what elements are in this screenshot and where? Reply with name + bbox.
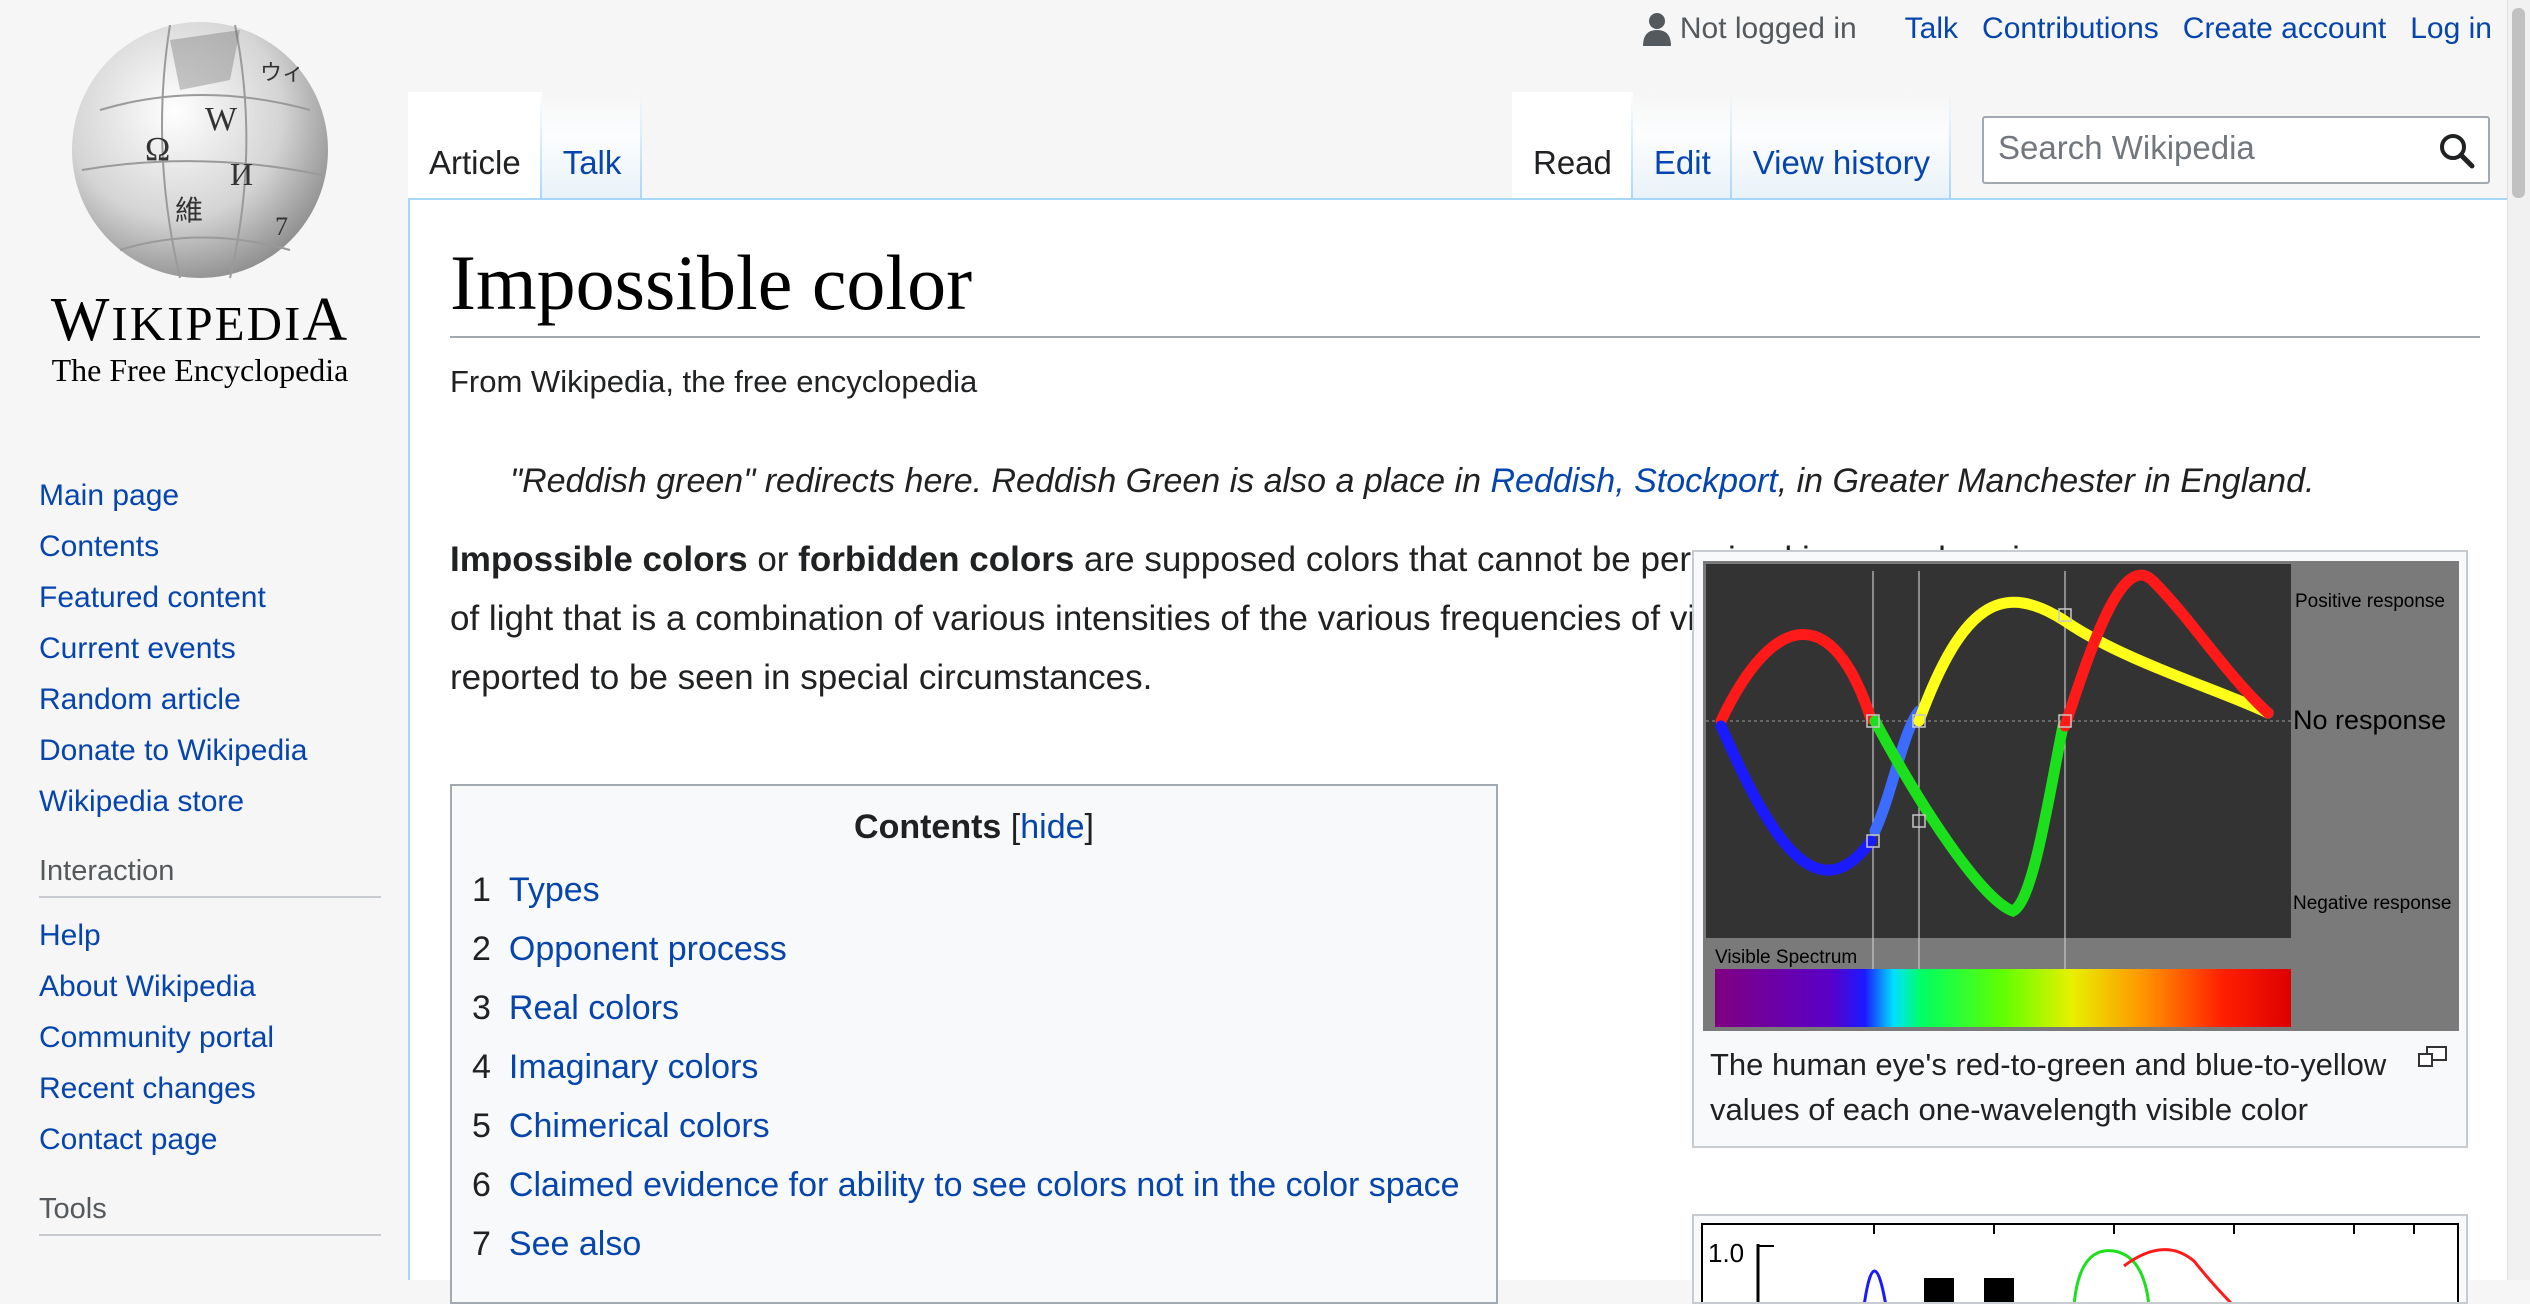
sidebar-item-about[interactable]: About Wikipedia: [39, 961, 400, 1012]
sidebar-item-featured-content[interactable]: Featured content: [39, 572, 400, 623]
lead-connector: or: [747, 540, 799, 579]
namespace-tabs: Article Talk: [408, 92, 642, 200]
toc-link-imaginary-colors[interactable]: Imaginary colors: [509, 1048, 758, 1086]
toc-item[interactable]: 3 Real colors: [472, 979, 1496, 1038]
sidebar-item-current-events[interactable]: Current events: [39, 623, 400, 674]
svg-text:ウィ: ウィ: [260, 60, 304, 85]
toc-heading: Contents: [854, 808, 1002, 846]
toc-link-claimed-evidence[interactable]: Claimed evidence for ability to see colo…: [509, 1166, 1460, 1204]
lead-bold-term-2: forbidden colors: [798, 540, 1075, 579]
figure-cone-response: 1.0: [1692, 1214, 2468, 1304]
positive-response-label: Positive response: [2295, 591, 2445, 612]
view-tabs: Read Edit View history: [1512, 92, 1951, 200]
svg-text:W: W: [205, 101, 238, 138]
visible-spectrum-label: Visible Spectrum: [1715, 947, 1857, 968]
wordmark: WIKIPEDIA: [50, 286, 350, 354]
svg-text:Ω: Ω: [145, 131, 170, 168]
negative-response-label: Negative response: [2293, 893, 2451, 914]
tab-view-history[interactable]: View history: [1732, 92, 1951, 200]
vertical-scrollbar[interactable]: [2507, 0, 2530, 1280]
toc-link-see-also[interactable]: See also: [509, 1225, 641, 1263]
create-account-link[interactable]: Create account: [2183, 12, 2386, 46]
toc-item[interactable]: 1 Types: [472, 861, 1496, 920]
hatnote-text: "Reddish green" redirects here. Reddish …: [510, 462, 1491, 500]
hatnote: "Reddish green" redirects here. Reddish …: [510, 462, 2314, 501]
sidebar-item-main-page[interactable]: Main page: [39, 470, 400, 521]
toc-item[interactable]: 7 See also: [472, 1215, 1496, 1274]
site-subtitle: From Wikipedia, the free encyclopedia: [450, 364, 978, 399]
toc-link-opponent-process[interactable]: Opponent process: [509, 930, 787, 968]
log-in-link[interactable]: Log in: [2410, 12, 2492, 46]
scrollbar-thumb[interactable]: [2512, 8, 2525, 198]
toc-link-types[interactable]: Types: [509, 871, 600, 909]
toc-item[interactable]: 5 Chimerical colors: [472, 1097, 1496, 1156]
wikipedia-logo[interactable]: W Ω И 維 ウィ 7 WIKIPEDIA The Free Encyclop…: [30, 0, 370, 400]
toc-toggle-wrap: [hide]: [1010, 808, 1094, 846]
reddish-stockport-link[interactable]: Reddish, Stockport: [1490, 462, 1777, 500]
toc-link-real-colors[interactable]: Real colors: [509, 989, 679, 1027]
svg-text:И: И: [230, 156, 253, 192]
toc-item[interactable]: 6 Claimed evidence for ability to see col…: [472, 1156, 1496, 1215]
y-tick-label: 1.0: [1708, 1238, 1744, 1268]
enlarge-icon[interactable]: [2418, 1046, 2448, 1068]
talk-link[interactable]: Talk: [1905, 12, 1958, 46]
sidebar-item-random-article[interactable]: Random article: [39, 674, 400, 725]
hatnote-text-end: , in Greater Manchester in England.: [1777, 462, 2315, 500]
opponent-response-image[interactable]: Positive response No response Negative r…: [1703, 561, 2459, 1031]
svg-text:7: 7: [275, 212, 288, 241]
sidebar: Main page Contents Featured content Curr…: [0, 470, 400, 1248]
sidebar-item-help[interactable]: Help: [39, 910, 400, 961]
lead-bold-term: Impossible colors: [450, 540, 748, 579]
toc-hide-toggle[interactable]: hide: [1020, 808, 1084, 846]
toc-list: 1 Types 2 Opponent process 3 Real colors 4I…: [472, 861, 1496, 1274]
sidebar-item-recent-changes[interactable]: Recent changes: [39, 1063, 400, 1114]
interaction-heading[interactable]: Interaction: [39, 855, 381, 898]
sidebar-item-contents[interactable]: Contents: [39, 521, 400, 572]
figure-opponent-response: Positive response No response Negative r…: [1692, 550, 2468, 1148]
tagline: The Free Encyclopedia: [51, 352, 349, 388]
toc-link-chimerical-colors[interactable]: Chimerical colors: [509, 1107, 770, 1145]
svg-text:維: 維: [175, 195, 203, 227]
sidebar-item-community-portal[interactable]: Community portal: [39, 1012, 400, 1063]
sidebar-item-store[interactable]: Wikipedia store: [39, 776, 400, 827]
not-logged-in: Not logged in: [1642, 12, 1857, 46]
search-input[interactable]: [1984, 118, 2418, 178]
personal-tools: Not logged in Talk Contributions Create …: [1642, 12, 2492, 46]
sidebar-item-contact-page[interactable]: Contact page: [39, 1114, 400, 1165]
toc-title: Contents [hide]: [452, 808, 1496, 847]
no-response-label: No response: [2293, 705, 2446, 735]
toc-item[interactable]: 4 Imaginary colors: [472, 1038, 1496, 1097]
search-box: [1982, 116, 2490, 184]
tab-edit[interactable]: Edit: [1633, 92, 1732, 200]
plot-area: [1706, 564, 2291, 938]
search-icon[interactable]: [2438, 132, 2476, 170]
cone-response-image[interactable]: 1.0: [1694, 1216, 2468, 1304]
figure-caption: The human eye's red-to-green and blue-to…: [1710, 1047, 2387, 1127]
globe-icon: W Ω И 維 ウィ 7: [72, 22, 328, 279]
user-icon: [1642, 13, 1671, 46]
contributions-link[interactable]: Contributions: [1982, 12, 2159, 46]
spectrum-bar: [1715, 969, 2291, 1027]
page-title: Impossible color: [450, 238, 2480, 338]
tab-talk[interactable]: Talk: [542, 92, 643, 200]
toc-item[interactable]: 2 Opponent process: [472, 920, 1496, 979]
table-of-contents: Contents [hide] 1 Types 2 Opponent process…: [450, 784, 1498, 1304]
tools-heading[interactable]: Tools: [39, 1193, 381, 1236]
sidebar-item-donate[interactable]: Donate to Wikipedia: [39, 725, 400, 776]
tab-read[interactable]: Read: [1512, 92, 1633, 200]
content-panel: Impossible color From Wikipedia, the fre…: [408, 198, 2530, 1304]
tab-article[interactable]: Article: [408, 92, 542, 200]
